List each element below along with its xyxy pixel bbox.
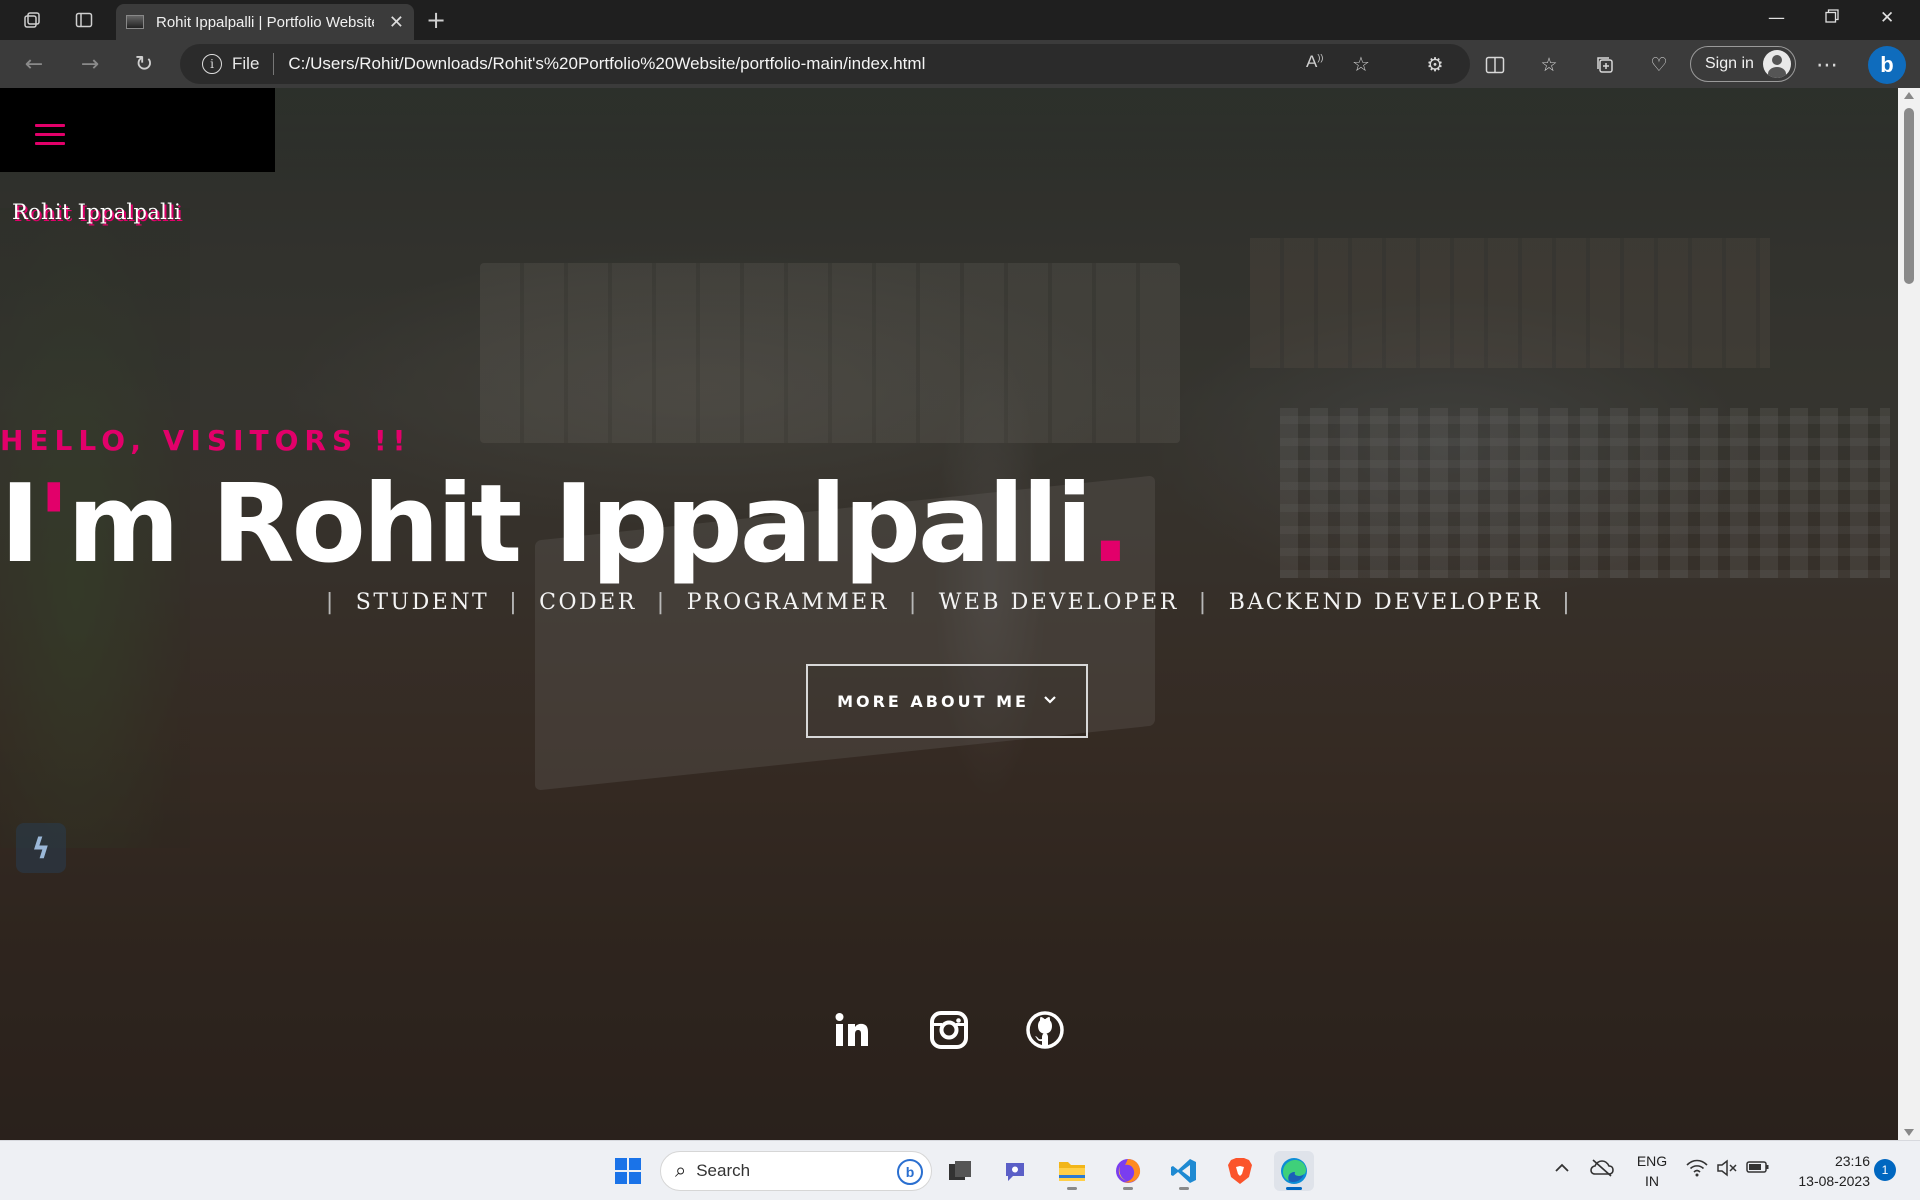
app-active-indicator	[1286, 1187, 1302, 1190]
site-info-icon[interactable]: i	[202, 54, 222, 74]
browser-essentials-icon[interactable]: ♡	[1644, 50, 1674, 80]
role-divider: |	[1562, 590, 1573, 615]
bing-copilot-icon[interactable]: b	[1868, 46, 1906, 84]
floating-lightning-icon[interactable]: ϟ	[16, 823, 66, 873]
firefox-icon[interactable]	[1108, 1151, 1148, 1191]
notification-badge[interactable]: 1	[1874, 1159, 1896, 1181]
url-text[interactable]: C:/Users/Rohit/Downloads/Rohit's%20Portf…	[288, 54, 925, 74]
active-tab[interactable]: Rohit Ippalpalli | Portfolio Website ✕	[116, 4, 414, 40]
language-line1: ENG	[1636, 1153, 1668, 1169]
role-divider: |	[1198, 590, 1209, 615]
back-icon[interactable]: ←	[20, 50, 48, 78]
wifi-icon[interactable]	[1686, 1159, 1708, 1182]
browser-toolbar: ← → ↻ i File C:/Users/Rohit/Downloads/Ro…	[0, 40, 1920, 88]
search-icon: ⌕	[675, 1159, 687, 1182]
app-running-indicator	[1123, 1187, 1133, 1190]
address-separator	[273, 53, 275, 75]
tab-actions-icon[interactable]	[70, 6, 98, 34]
settings-more-icon[interactable]: ⋯	[1812, 50, 1842, 80]
hero-title-apostrophe: '	[37, 462, 70, 587]
hero-title-prefix: I	[0, 462, 40, 587]
tab-close-icon[interactable]: ✕	[389, 12, 404, 33]
page-scrollbar[interactable]	[1898, 88, 1920, 1140]
role-divider: |	[509, 590, 520, 615]
start-windows-icon[interactable]	[608, 1151, 648, 1191]
teams-chat-icon[interactable]	[996, 1151, 1036, 1191]
role-divider: |	[908, 590, 919, 615]
hero-greeting: HELLO, VISITORS !!	[0, 424, 412, 457]
role-backend-developer: BACKEND DEVELOPER	[1228, 590, 1543, 615]
github-icon[interactable]	[1023, 1008, 1067, 1052]
edge-browser-icon[interactable]	[1274, 1151, 1314, 1191]
hero-roles: | STUDENT | CODER | PROGRAMMER | WEB DEV…	[0, 590, 1898, 615]
language-line2: IN	[1645, 1173, 1659, 1189]
clock-date: 13-08-2023	[1798, 1173, 1870, 1189]
hero-title-dot: .	[1089, 462, 1131, 587]
chevron-down-icon	[1043, 693, 1057, 709]
more-about-me-button[interactable]: MORE ABOUT ME	[806, 664, 1088, 738]
close-window-icon[interactable]: ✕	[1880, 8, 1894, 28]
address-bar[interactable]: i File C:/Users/Rohit/Downloads/Rohit's%…	[180, 44, 1470, 84]
brave-browser-icon[interactable]	[1220, 1151, 1260, 1191]
role-divider: |	[656, 590, 667, 615]
read-aloud-icon[interactable]: A))	[1306, 52, 1323, 72]
tab-favicon-icon	[126, 15, 144, 29]
windows-taskbar: ⌕ Search b ENG IN 23:16 13-08-2023 1	[0, 1140, 1920, 1200]
role-programmer: PROGRAMMER	[686, 590, 889, 615]
sign-in-label: Sign in	[1705, 55, 1754, 72]
linkedin-icon[interactable]	[830, 1008, 874, 1052]
taskbar-search-placeholder: Search	[696, 1161, 751, 1180]
task-view-icon[interactable]	[940, 1151, 980, 1191]
new-tab-icon[interactable]: +	[422, 6, 450, 34]
page-viewport: Rohit Ippalpalli ϟ HELLO, VISITORS !! I'…	[0, 88, 1898, 1140]
forward-icon[interactable]: →	[76, 50, 104, 78]
collections-icon[interactable]	[1590, 50, 1620, 80]
battery-icon[interactable]	[1746, 1159, 1770, 1180]
restore-icon[interactable]	[1824, 8, 1840, 29]
scheme-label: File	[232, 54, 260, 73]
scroll-down-icon[interactable]	[1904, 1129, 1914, 1136]
hamburger-menu-icon[interactable]	[35, 124, 65, 146]
tray-overflow-chevron-icon[interactable]	[1554, 1159, 1570, 1179]
sign-in-button[interactable]: Sign in	[1690, 46, 1796, 82]
profile-avatar-icon	[1763, 50, 1791, 78]
hero-title: I'm Rohit Ippalpalli.	[0, 460, 1898, 590]
workspaces-icon[interactable]	[18, 6, 46, 34]
favorites-icon[interactable]: ☆	[1534, 50, 1564, 80]
scroll-up-icon[interactable]	[1904, 92, 1914, 99]
site-logo-name[interactable]: Rohit Ippalpalli	[12, 200, 181, 224]
favorite-star-icon[interactable]: ☆	[1352, 52, 1370, 76]
app-running-indicator	[1067, 1187, 1077, 1190]
app-running-indicator	[1179, 1187, 1189, 1190]
refresh-icon[interactable]: ↻	[130, 50, 158, 78]
role-divider: |	[325, 590, 336, 615]
extensions-icon[interactable]: ⚙	[1420, 50, 1450, 80]
instagram-icon[interactable]	[927, 1008, 971, 1052]
role-student: STUDENT	[355, 590, 490, 615]
browser-tab-bar: Rohit Ippalpalli | Portfolio Website ✕ +…	[0, 0, 1920, 40]
bing-search-icon: b	[897, 1159, 923, 1185]
taskbar-search[interactable]: ⌕ Search b	[660, 1151, 932, 1191]
more-about-me-label: MORE ABOUT ME	[837, 691, 1029, 711]
file-explorer-icon[interactable]	[1052, 1151, 1092, 1191]
split-screen-icon[interactable]	[1480, 50, 1510, 80]
language-indicator[interactable]: ENG IN	[1632, 1151, 1672, 1191]
menu-toggle-box[interactable]	[0, 88, 275, 172]
system-clock[interactable]: 23:16 13-08-2023	[1780, 1151, 1870, 1191]
scroll-thumb[interactable]	[1904, 108, 1914, 284]
tab-title: Rohit Ippalpalli | Portfolio Website	[156, 13, 374, 31]
vscode-icon[interactable]	[1164, 1151, 1204, 1191]
role-coder: CODER	[539, 590, 637, 615]
minimize-icon[interactable]: —	[1768, 8, 1785, 28]
hero-title-text: m Rohit Ippalpalli	[67, 462, 1093, 587]
role-web-developer: WEB DEVELOPER	[938, 590, 1179, 615]
onedrive-offline-icon[interactable]	[1590, 1159, 1614, 1182]
clock-time: 23:16	[1834, 1153, 1870, 1169]
volume-muted-icon[interactable]	[1716, 1159, 1738, 1182]
social-links	[0, 1008, 1898, 1058]
